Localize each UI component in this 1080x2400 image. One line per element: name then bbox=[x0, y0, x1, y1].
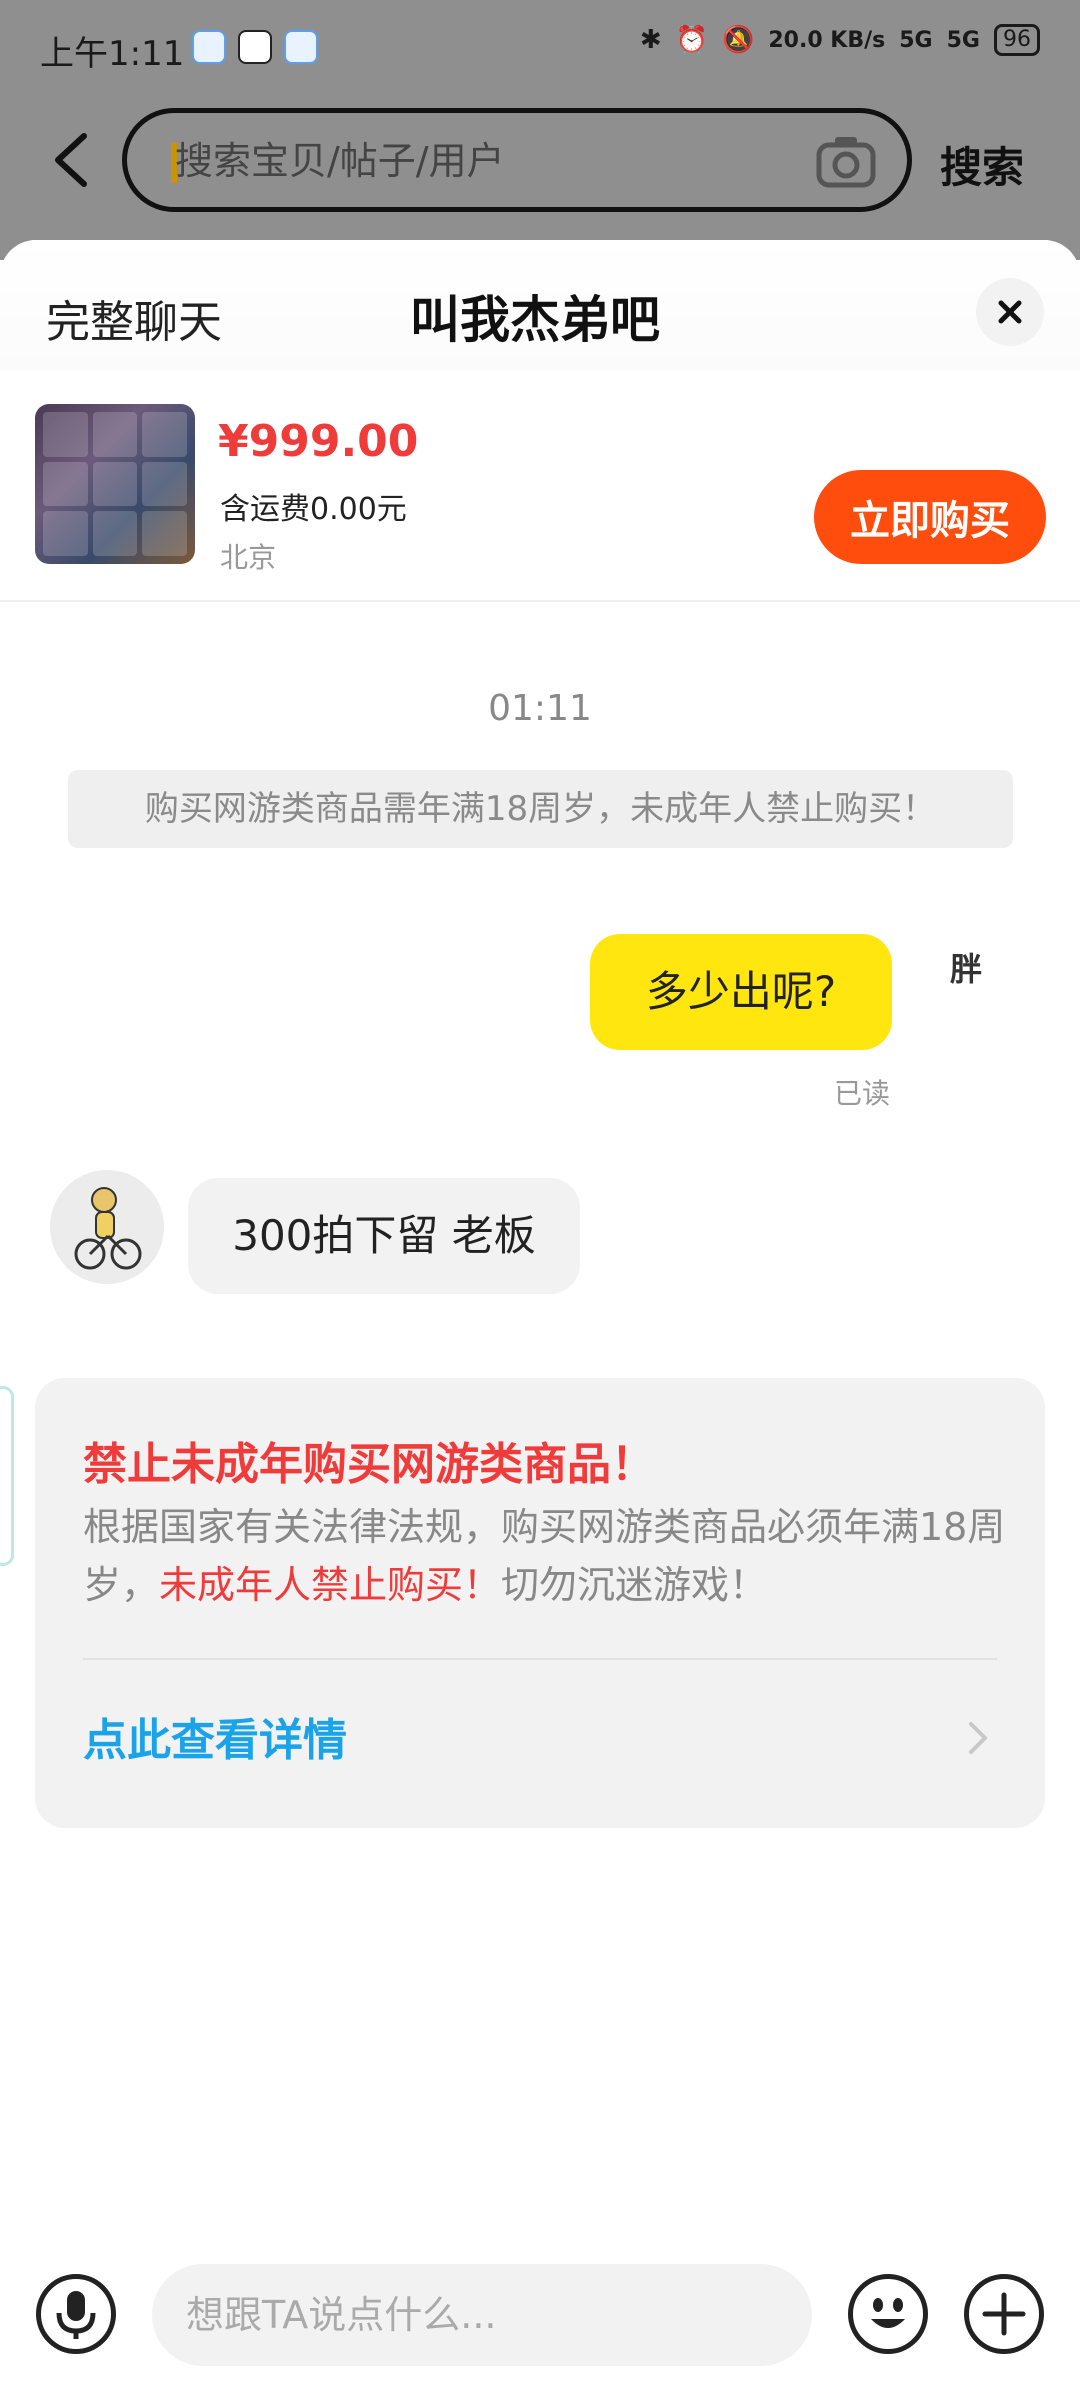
product-image[interactable] bbox=[35, 404, 195, 564]
chat-header: 完整聊天 叫我杰弟吧 bbox=[0, 240, 1080, 370]
message-time: 01:11 bbox=[488, 688, 592, 729]
voice-button[interactable] bbox=[36, 2274, 116, 2354]
chat-sheet: 完整聊天 叫我杰弟吧 ¥999.00 含运费0.00元 北京 立即购买 01:1… bbox=[0, 240, 1080, 2400]
app-shield-icon bbox=[284, 30, 318, 64]
full-chat-link[interactable]: 完整聊天 bbox=[46, 286, 222, 350]
status-app-icons bbox=[192, 30, 318, 64]
search-input[interactable] bbox=[175, 133, 775, 189]
input-bar bbox=[0, 2250, 1080, 2400]
warning-body-red: 未成年人禁止购买！ bbox=[159, 1563, 502, 1607]
back-arrow-icon bbox=[55, 133, 87, 187]
more-actions-button[interactable] bbox=[964, 2274, 1044, 2354]
cyclist-avatar-icon bbox=[50, 1170, 164, 1284]
chevron-right-icon-svg bbox=[969, 1722, 987, 1754]
product-card[interactable]: ¥999.00 含运费0.00元 北京 立即购买 bbox=[0, 390, 1080, 602]
view-details-link[interactable]: 点此查看详情 bbox=[83, 1704, 347, 1768]
emoji-button[interactable] bbox=[848, 2274, 928, 2354]
close-button[interactable] bbox=[976, 278, 1044, 346]
search-box[interactable] bbox=[122, 108, 912, 212]
back-button[interactable] bbox=[48, 130, 96, 190]
minor-warning-card: 禁止未成年购买网游类商品！ 根据国家有关法律法规，购买网游类商品必须年满18周岁… bbox=[35, 1378, 1045, 1828]
chevron-right-icon[interactable] bbox=[963, 1718, 993, 1758]
incoming-message-bubble[interactable]: 300拍下留 老板 bbox=[188, 1178, 580, 1294]
camera-icon[interactable] bbox=[815, 131, 877, 189]
background-page: 上午1:11 ✱ ⏰ 🔕 20.0 KB/s 5G 5G 96 搜索宝贝/帖子/… bbox=[0, 0, 1080, 260]
signal-5g-2: 5G bbox=[946, 27, 980, 53]
product-location: 北京 bbox=[220, 541, 277, 574]
side-panel-edge[interactable] bbox=[0, 1386, 14, 1566]
close-icon bbox=[998, 300, 1022, 324]
app-notification-icon bbox=[192, 30, 226, 64]
self-avatar[interactable]: 胖 bbox=[950, 944, 982, 990]
warning-body: 根据国家有关法律法规，购买网游类商品必须年满18周岁，未成年人禁止购买！切勿沉迷… bbox=[83, 1498, 1013, 1614]
plus-icon bbox=[982, 2292, 1026, 2336]
status-time: 上午1:11 bbox=[40, 34, 185, 74]
search-row: 搜索 bbox=[0, 100, 1080, 230]
status-bar: 上午1:11 ✱ ⏰ 🔕 20.0 KB/s 5G 5G 96 bbox=[0, 0, 1080, 100]
warning-body-text-2: 切勿沉迷游戏！ bbox=[501, 1563, 768, 1607]
product-price: ¥999.00 bbox=[218, 416, 419, 467]
alarm-icon: ⏰ bbox=[675, 25, 708, 55]
camera-icon-svg bbox=[816, 137, 876, 188]
search-button[interactable]: 搜索 bbox=[940, 134, 1024, 195]
seller-avatar[interactable] bbox=[50, 1170, 164, 1284]
warning-title: 禁止未成年购买网游类商品！ bbox=[83, 1439, 655, 1490]
signal-5g-1: 5G bbox=[899, 27, 933, 53]
product-shipping: 含运费0.00元 bbox=[220, 492, 407, 527]
net-speed: 20.0 KB/s bbox=[768, 27, 886, 53]
age-notice: 购买网游类商品需年满18周岁，未成年人禁止购买！ bbox=[68, 770, 1013, 848]
battery-level: 96 bbox=[994, 24, 1040, 56]
microphone-icon bbox=[56, 2291, 96, 2339]
warning-divider bbox=[83, 1658, 997, 1660]
status-indicators: ✱ ⏰ 🔕 20.0 KB/s 5G 5G 96 bbox=[640, 24, 1040, 56]
message-input[interactable] bbox=[152, 2264, 812, 2366]
bluetooth-icon: ✱ bbox=[639, 25, 662, 55]
buy-now-button[interactable]: 立即购买 bbox=[814, 470, 1046, 564]
mute-icon: 🔕 bbox=[721, 25, 755, 55]
read-status: 已读 bbox=[834, 1077, 891, 1110]
qq-icon bbox=[238, 30, 272, 64]
chat-title: 叫我杰弟吧 bbox=[410, 291, 660, 349]
outgoing-message-bubble[interactable]: 多少出呢? bbox=[590, 934, 892, 1050]
smiley-icon bbox=[871, 2298, 905, 2328]
